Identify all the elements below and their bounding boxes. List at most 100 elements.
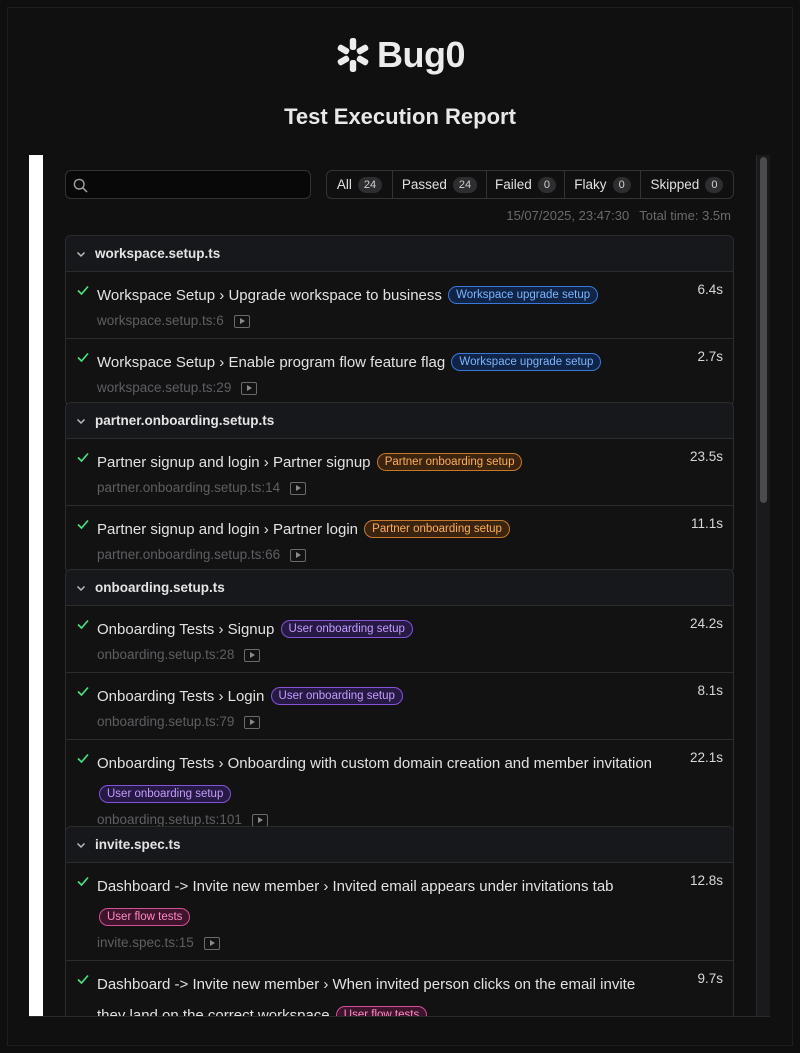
- group-file-name: workspace.setup.ts: [95, 246, 221, 261]
- test-tag[interactable]: User flow tests: [99, 908, 191, 927]
- filter-label: Passed: [401, 177, 447, 192]
- group-header[interactable]: partner.onboarding.setup.ts: [66, 403, 733, 439]
- test-tag[interactable]: User onboarding setup: [270, 687, 403, 706]
- filter-count: 24: [452, 176, 478, 193]
- test-title-text: Onboarding Tests › Onboarding with custo…: [97, 755, 653, 772]
- test-title-text: Onboarding Tests › Login: [97, 688, 265, 705]
- group-header[interactable]: invite.spec.ts: [66, 827, 733, 863]
- test-title[interactable]: Workspace Setup › Upgrade workspace to b…: [97, 272, 653, 311]
- test-row: Partner signup and login › Partner signu…: [66, 439, 733, 506]
- filter-label: All: [336, 177, 352, 192]
- left-edge-bar: [29, 155, 43, 1016]
- test-location-text: onboarding.setup.ts:28: [97, 647, 235, 662]
- test-title[interactable]: Dashboard -> Invite new member › When in…: [97, 961, 653, 1016]
- test-tag[interactable]: Partner onboarding setup: [364, 520, 510, 539]
- video-play-icon[interactable]: [203, 936, 220, 950]
- group-file-name: partner.onboarding.setup.ts: [95, 413, 275, 428]
- filter-count: 24: [357, 176, 383, 193]
- group-header[interactable]: workspace.setup.ts: [66, 236, 733, 272]
- chevron-down-icon: [76, 842, 86, 848]
- test-row: Workspace Setup › Enable program flow fe…: [66, 339, 733, 405]
- test-row: Onboarding Tests › Onboarding with custo…: [66, 740, 733, 837]
- report-meta: 15/07/2025, 23:47:30 Total time: 3.5m: [506, 208, 731, 223]
- scrollbar-thumb[interactable]: [760, 157, 767, 503]
- check-icon: [77, 974, 89, 985]
- test-tag[interactable]: User flow tests: [335, 1006, 428, 1016]
- panel-bottom-edge: [29, 1016, 770, 1017]
- search-box[interactable]: [65, 170, 311, 199]
- search-input[interactable]: [94, 173, 304, 196]
- check-icon: [77, 876, 89, 887]
- test-location-text: workspace.setup.ts:6: [97, 313, 224, 328]
- test-row: Dashboard -> Invite new member › Invited…: [66, 863, 733, 961]
- test-location: onboarding.setup.ts:79: [97, 712, 733, 739]
- report-panel: All 24 Passed 24 Failed 0 Flaky 0 Skippe…: [43, 155, 756, 1016]
- test-title[interactable]: Partner signup and login › Partner login…: [97, 506, 653, 545]
- test-location: invite.spec.ts:15: [97, 933, 733, 960]
- test-duration: 2.7s: [697, 349, 723, 364]
- video-play-icon[interactable]: [241, 381, 258, 395]
- check-icon: [77, 352, 89, 363]
- brand-logo: Bug0: [0, 34, 800, 76]
- test-title-text: Workspace Setup › Enable program flow fe…: [97, 354, 446, 371]
- test-location: partner.onboarding.setup.ts:14: [97, 478, 733, 505]
- group-file-name: invite.spec.ts: [95, 837, 181, 852]
- chevron-down-icon: [76, 585, 86, 591]
- test-tag[interactable]: User onboarding setup: [99, 785, 232, 804]
- chevron-down-icon: [76, 251, 86, 257]
- check-icon: [77, 452, 89, 463]
- test-title[interactable]: Partner signup and login › Partner signu…: [97, 439, 653, 478]
- video-play-icon[interactable]: [251, 813, 268, 827]
- video-play-icon[interactable]: [244, 715, 261, 729]
- chevron-down-icon: [76, 418, 86, 424]
- test-title[interactable]: Onboarding Tests › Onboarding with custo…: [97, 740, 653, 810]
- test-file-group: onboarding.setup.ts Onboarding Tests › S…: [65, 569, 734, 838]
- video-play-icon[interactable]: [290, 548, 307, 562]
- test-location-text: partner.onboarding.setup.ts:14: [97, 480, 281, 495]
- test-title[interactable]: Onboarding Tests › Signup User onboardin…: [97, 606, 653, 645]
- filter-failed[interactable]: Failed 0: [487, 171, 565, 198]
- test-location-text: partner.onboarding.setup.ts:66: [97, 547, 281, 562]
- search-icon: [73, 178, 88, 193]
- test-row: Onboarding Tests › Login User onboarding…: [66, 673, 733, 740]
- brand-name: Bug0: [377, 34, 466, 75]
- test-tag[interactable]: Workspace upgrade setup: [448, 286, 599, 305]
- test-location: workspace.setup.ts:6: [97, 311, 733, 338]
- bug0-logo-icon: [337, 38, 369, 72]
- filter-flaky[interactable]: Flaky 0: [565, 171, 641, 198]
- test-title-text: Dashboard -> Invite new member › Invited…: [97, 878, 614, 895]
- video-play-icon[interactable]: [244, 648, 261, 662]
- test-tag[interactable]: Partner onboarding setup: [376, 453, 523, 472]
- filter-label: Failed: [495, 177, 532, 192]
- filter-all[interactable]: All 24: [327, 171, 393, 198]
- test-file-group: workspace.setup.ts Workspace Setup › Upg…: [65, 235, 734, 406]
- total-time: Total time: 3.5m: [639, 208, 731, 223]
- test-duration: 22.1s: [689, 750, 723, 765]
- page-title: Test Execution Report: [284, 104, 516, 129]
- test-title[interactable]: Dashboard -> Invite new member › Invited…: [97, 863, 653, 933]
- scrollbar[interactable]: [756, 155, 770, 1016]
- test-tag[interactable]: Workspace upgrade setup: [451, 353, 602, 372]
- test-duration: 11.1s: [690, 516, 723, 531]
- filter-skipped[interactable]: Skipped 0: [641, 171, 733, 198]
- video-play-icon[interactable]: [233, 314, 250, 328]
- test-duration: 23.5s: [689, 449, 723, 464]
- test-title[interactable]: Onboarding Tests › Login User onboarding…: [97, 673, 653, 712]
- filter-passed[interactable]: Passed 24: [393, 171, 487, 198]
- test-row: Workspace Setup › Upgrade workspace to b…: [66, 272, 733, 339]
- video-play-icon[interactable]: [290, 481, 307, 495]
- test-title-text: Partner signup and login › Partner login: [97, 521, 358, 538]
- test-row: Partner signup and login › Partner login…: [66, 506, 733, 572]
- test-duration: 24.2s: [689, 616, 723, 631]
- test-title-text: Partner signup and login › Partner signu…: [97, 454, 371, 471]
- test-tag[interactable]: User onboarding setup: [280, 620, 413, 639]
- check-icon: [77, 285, 89, 296]
- test-row: Onboarding Tests › Signup User onboardin…: [66, 606, 733, 673]
- test-title[interactable]: Workspace Setup › Enable program flow fe…: [97, 339, 653, 378]
- filter-count: 0: [537, 176, 556, 193]
- filter-label: Flaky: [574, 177, 607, 192]
- test-title-text: Workspace Setup › Upgrade workspace to b…: [97, 287, 442, 304]
- test-row: Dashboard -> Invite new member › When in…: [66, 961, 733, 1016]
- test-duration: 9.7s: [697, 971, 723, 986]
- group-header[interactable]: onboarding.setup.ts: [66, 570, 733, 606]
